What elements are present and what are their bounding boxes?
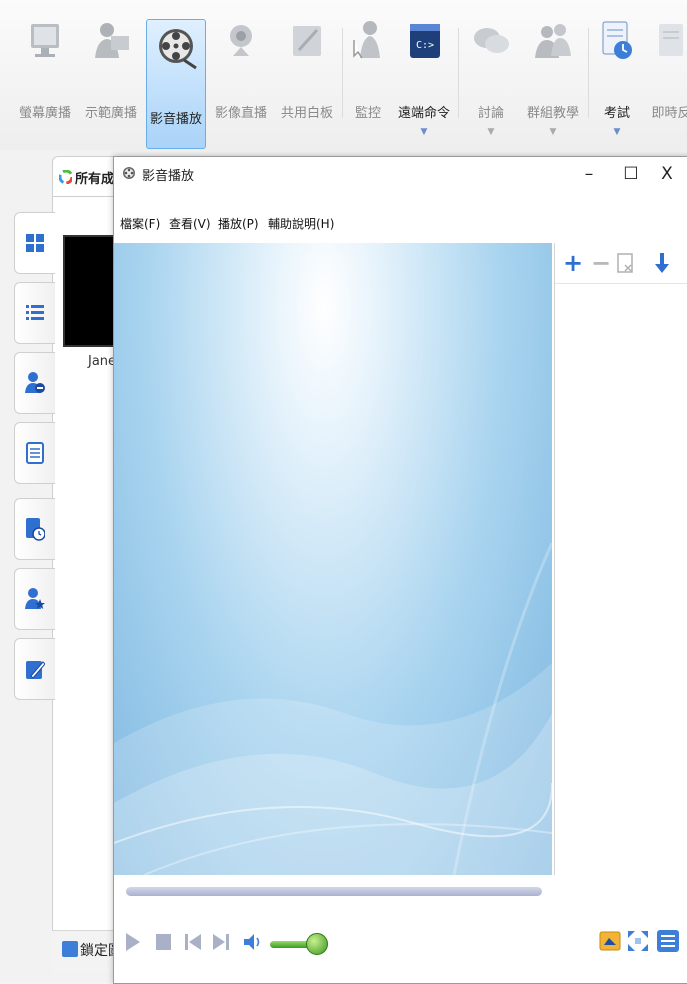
close-button[interactable]: X (646, 161, 687, 187)
add-icon[interactable]: + (563, 251, 583, 275)
volume-slider-handle[interactable] (306, 933, 328, 955)
open-file-icon[interactable] (598, 929, 622, 953)
video-display-area[interactable] (114, 243, 552, 875)
menu-file[interactable]: 檔案(F) (120, 215, 160, 232)
toolbar-screen-broadcast-button[interactable]: 螢幕廣播 (16, 14, 74, 148)
minimize-button[interactable]: – (568, 161, 610, 187)
toolbar-monitor-button[interactable]: 監控 (346, 14, 390, 148)
remove-icon[interactable]: − (591, 251, 611, 275)
dropdown-caret-icon[interactable]: ▼ (421, 127, 428, 137)
student-name: Jane (88, 354, 117, 369)
edit-pen-icon (26, 661, 45, 679)
document-clock-icon (26, 518, 45, 541)
screen-broadcast-icon (23, 18, 67, 64)
toolbar-label: 即時反 (651, 106, 687, 121)
dropdown-caret-icon[interactable]: ▼ (488, 127, 495, 137)
previous-icon[interactable] (182, 931, 204, 953)
instant-feedback-icon (649, 18, 687, 64)
svg-text:C:>: C:> (416, 40, 434, 51)
fullscreen-icon[interactable] (626, 929, 650, 953)
toolbar-label: 示範廣播 (84, 106, 137, 121)
exam-clock-icon (595, 18, 639, 64)
whiteboard-icon (285, 18, 329, 64)
tab-user-remove[interactable] (14, 352, 55, 414)
grid-view-icon (26, 234, 44, 252)
left-tab-bar (14, 212, 55, 708)
user-star-icon (25, 588, 45, 609)
lock-screen-icon[interactable] (62, 941, 78, 957)
toolbar-remote-command-button[interactable]: C:> 遠端命令 ▼ (396, 14, 452, 148)
toolbar-demo-broadcast-button[interactable]: 示範廣播 (82, 14, 140, 148)
next-icon[interactable] (210, 931, 232, 953)
move-down-icon[interactable] (655, 253, 669, 277)
toolbar-discussion-button[interactable]: 討論 ▼ (466, 14, 516, 148)
player-controls (114, 875, 687, 983)
tab-grid-view[interactable] (14, 212, 55, 274)
speaker-icon[interactable] (242, 931, 264, 953)
stop-icon[interactable] (152, 931, 174, 953)
seek-bar[interactable] (126, 887, 542, 896)
webcam-icon (219, 18, 263, 64)
toolbar-divider (458, 28, 459, 118)
window-titlebar[interactable]: 影音播放 – ☐ X (114, 157, 687, 191)
toolbar-label: 討論 (477, 106, 504, 121)
toolbar-label: 群組教學 (526, 106, 579, 121)
menu-view[interactable]: 查看(V) (169, 215, 211, 232)
toolbar-label: 監控 (354, 106, 381, 121)
toolbar-label: 共用白板 (280, 106, 333, 121)
user-minus-icon (25, 372, 45, 393)
film-reel-icon (122, 165, 136, 179)
wave-decoration (114, 542, 552, 875)
toolbar-whiteboard-button[interactable]: 共用白板 (278, 14, 336, 148)
tab-user-star[interactable] (14, 568, 55, 630)
playlist-toolbar: + − (555, 243, 687, 284)
dropdown-caret-icon[interactable]: ▼ (614, 127, 621, 137)
document-icon (26, 442, 44, 464)
toolbar-group-teaching-button[interactable]: 群組教學 ▼ (524, 14, 582, 148)
group-teaching-icon (531, 18, 575, 64)
menu-play[interactable]: 播放(P) (218, 215, 259, 232)
toolbar-divider (342, 28, 343, 118)
toolbar-label: 螢幕廣播 (18, 106, 71, 121)
toolbar-label: 影音播放 (149, 112, 202, 127)
clear-list-icon[interactable] (617, 253, 635, 277)
tab-schedule[interactable] (14, 498, 55, 560)
playlist-toggle-icon[interactable] (656, 929, 680, 953)
demo-broadcast-icon (89, 18, 133, 64)
toolbar-label: 影像直播 (214, 106, 267, 121)
command-prompt-icon: C:> (402, 18, 446, 64)
toolbar-label: 遠端命令 (397, 106, 450, 121)
play-icon[interactable] (122, 931, 144, 953)
menu-help[interactable]: 輔助說明(H) (268, 215, 334, 232)
tab-list-view[interactable] (14, 282, 55, 344)
tab-documents[interactable] (14, 422, 55, 484)
dropdown-caret-icon[interactable]: ▼ (550, 127, 557, 137)
list-view-icon (26, 305, 44, 320)
tab-edit[interactable] (14, 638, 55, 700)
monitor-icon (346, 18, 390, 64)
window-title: 影音播放 (142, 169, 195, 184)
main-toolbar: 螢幕廣播 示範廣播 影音播放 影像直播 共用白板 監控 C:> 遠端命令 ▼ 討… (0, 0, 687, 151)
toolbar-divider (588, 28, 589, 118)
toolbar-instant-feedback-button[interactable]: 即時反 (646, 14, 687, 148)
media-player-window: 影音播放 – ☐ X 檔案(F) 查看(V) 播放(P) 輔助說明(H) + − (113, 156, 687, 984)
film-reel-icon (154, 24, 198, 70)
toolbar-live-video-button[interactable]: 影像直播 (212, 14, 270, 148)
chat-bubbles-icon (469, 18, 513, 64)
toolbar-label: 考試 (603, 106, 630, 121)
color-wheel-icon (59, 170, 72, 184)
toolbar-exam-button[interactable]: 考試 ▼ (594, 14, 640, 148)
playlist-panel: + − (554, 243, 687, 875)
toolbar-media-play-button[interactable]: 影音播放 (146, 19, 206, 149)
